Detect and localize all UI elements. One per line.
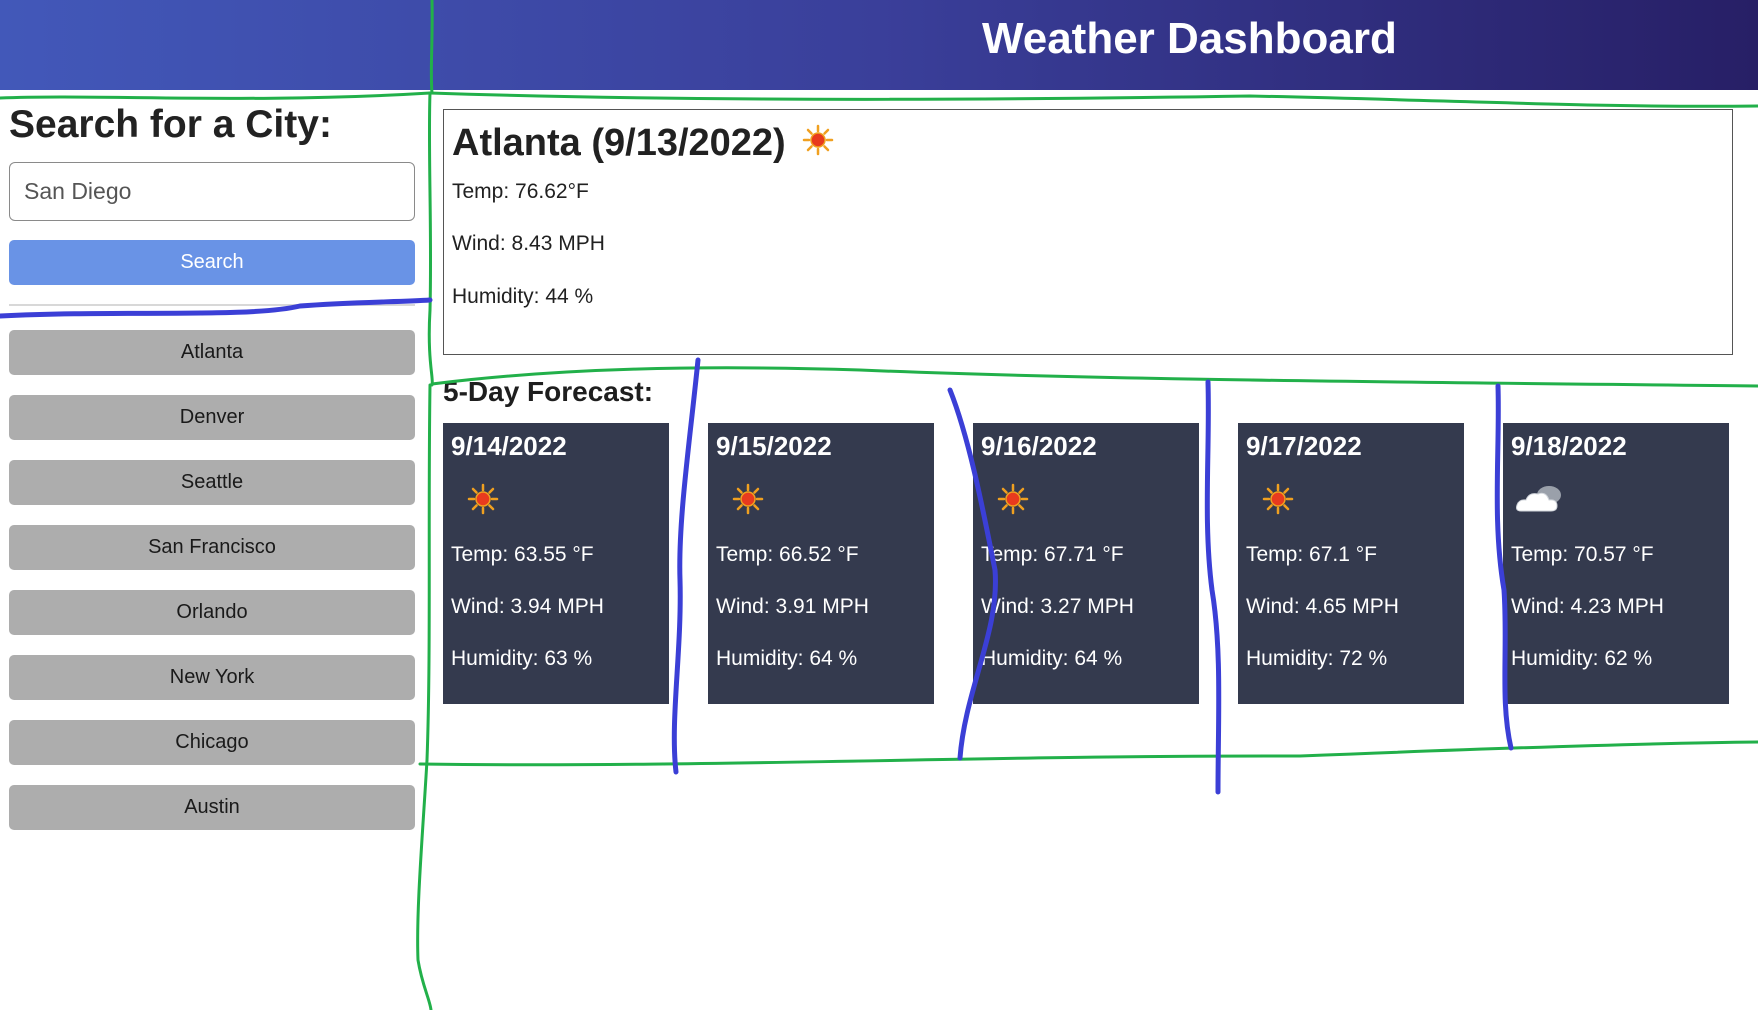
forecast-card: 9/18/2022 Temp: 70.57 °F Wind: 4.23 MPH … xyxy=(1503,423,1729,704)
history-button-chicago[interactable]: Chicago xyxy=(9,720,415,765)
forecast-date: 9/17/2022 xyxy=(1246,431,1362,461)
forecast-wind: Wind: 3.94 MPH xyxy=(451,595,604,618)
current-weather-title: Atlanta (9/13/2022) xyxy=(452,122,834,166)
forecast-date: 9/14/2022 xyxy=(451,431,567,461)
forecast-humidity: Humidity: 72 % xyxy=(1246,647,1388,670)
forecast-humidity: Humidity: 62 % xyxy=(1511,647,1653,670)
history-button-san-francisco[interactable]: San Francisco xyxy=(9,525,415,570)
sun-icon xyxy=(1262,483,1294,520)
history-button-atlanta[interactable]: Atlanta xyxy=(9,330,415,375)
history-button-new-york[interactable]: New York xyxy=(9,655,415,700)
forecast-wind: Wind: 3.27 MPH xyxy=(981,595,1134,618)
forecast-wind: Wind: 3.91 MPH xyxy=(716,595,869,618)
current-city-date: Atlanta (9/13/2022) xyxy=(452,122,786,164)
forecast-heading: 5-Day Forecast: xyxy=(443,376,654,407)
search-heading: Search for a City: xyxy=(9,103,332,146)
forecast-temp: Temp: 70.57 °F xyxy=(1511,543,1654,566)
forecast-wind: Wind: 4.23 MPH xyxy=(1511,595,1664,618)
forecast-temp: Temp: 67.1 °F xyxy=(1246,543,1377,566)
search-button[interactable]: Search xyxy=(9,240,415,285)
forecast-card: 9/15/2022 Temp: 66.52 °F Wind: 3.91 MPH … xyxy=(708,423,934,704)
sun-icon xyxy=(802,123,834,165)
forecast-date: 9/16/2022 xyxy=(981,431,1097,461)
history-button-austin[interactable]: Austin xyxy=(9,785,415,830)
history-button-seattle[interactable]: Seattle xyxy=(9,460,415,505)
forecast-temp: Temp: 67.71 °F xyxy=(981,543,1124,566)
current-temp: Temp: 76.62°F xyxy=(452,180,589,203)
sun-icon xyxy=(732,483,764,520)
search-history-list: Atlanta Denver Seattle San Francisco Orl… xyxy=(9,330,415,850)
current-wind: Wind: 8.43 MPH xyxy=(452,232,605,255)
sun-icon xyxy=(997,483,1029,520)
forecast-temp: Temp: 66.52 °F xyxy=(716,543,859,566)
forecast-temp: Temp: 63.55 °F xyxy=(451,543,594,566)
current-humidity: Humidity: 44 % xyxy=(452,285,594,308)
forecast-humidity: Humidity: 64 % xyxy=(716,647,858,670)
forecast-date: 9/15/2022 xyxy=(716,431,832,461)
forecast-humidity: Humidity: 64 % xyxy=(981,647,1123,670)
forecast-card: 9/16/2022 Temp: 67.71 °F Wind: 3.27 MPH … xyxy=(973,423,1199,704)
city-search-input[interactable] xyxy=(9,162,415,221)
forecast-card: 9/17/2022 Temp: 67.1 °F Wind: 4.65 MPH H… xyxy=(1238,423,1464,704)
history-button-orlando[interactable]: Orlando xyxy=(9,590,415,635)
forecast-date: 9/18/2022 xyxy=(1511,431,1627,461)
forecast-card: 9/14/2022 Temp: 63.55 °F Wind: 3.94 MPH … xyxy=(443,423,669,704)
forecast-wind: Wind: 4.65 MPH xyxy=(1246,595,1399,618)
cloud-icon xyxy=(1513,481,1569,522)
forecast-humidity: Humidity: 63 % xyxy=(451,647,593,670)
sun-icon xyxy=(467,483,499,520)
history-button-denver[interactable]: Denver xyxy=(9,395,415,440)
current-weather-card: Atlanta (9/13/2022) Temp: 76.62°F Wind: … xyxy=(443,109,1733,355)
sidebar-divider xyxy=(9,304,415,306)
app-header: Weather Dashboard xyxy=(0,0,1758,90)
search-sidebar: Search for a City: Search Atlanta Denver… xyxy=(9,98,415,830)
page-title: Weather Dashboard xyxy=(982,14,1397,63)
